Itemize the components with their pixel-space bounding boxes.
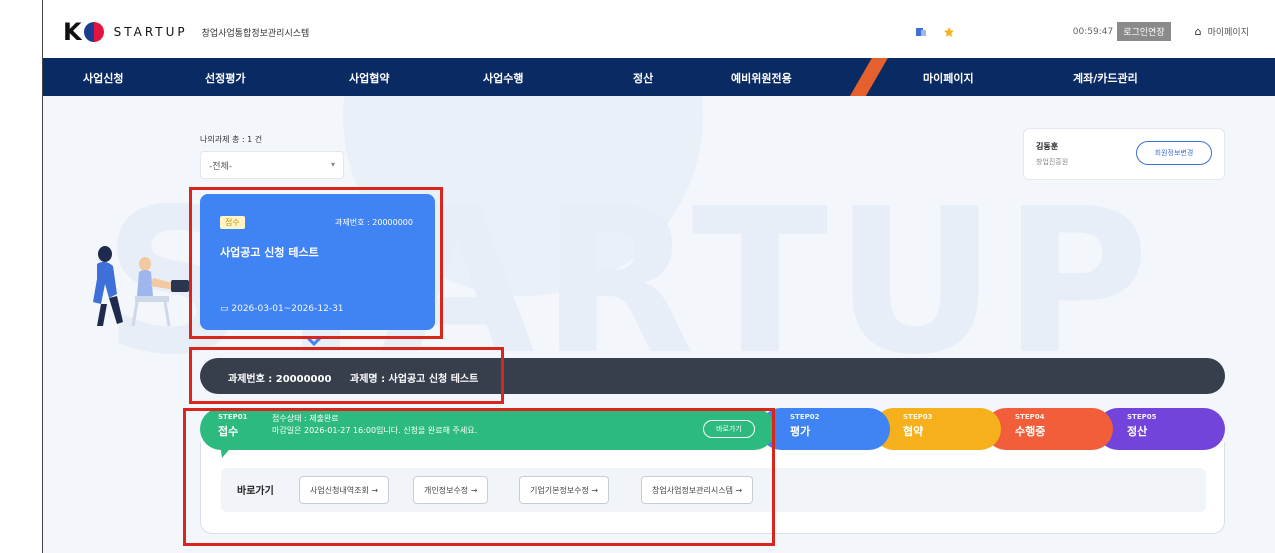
task-card-date: ▭ 2026-03-01~2026-12-31 [220, 304, 344, 314]
nav-item-account-card[interactable]: 계좌/카드관리 [1073, 70, 1138, 86]
task-card-title: 사업공고 신청 테스트 [220, 246, 319, 259]
nav-item-mypage[interactable]: 마이페이지 [923, 70, 974, 86]
nav-item-apply[interactable]: 사업신청 [83, 70, 123, 86]
content-area: STARTUP 나의과제 총 : 1 건 -전체- ▾ 김동훈 창업진흥원 회원… [43, 96, 1275, 553]
step5-number: STEP05 [1127, 413, 1157, 421]
logo-circle-icon [83, 22, 104, 42]
main-nav: 사업신청 선정평가 사업협약 사업수행 정산 예비위원전용 마이페이지 계좌/카… [43, 58, 1275, 96]
user-name: 김동훈 [1036, 142, 1059, 151]
task-count: 나의과제 총 : 1 건 [200, 135, 263, 144]
top-right-utilities: 00:59:47 로그인연장 ⌂ 마이페이지 [907, 22, 1275, 41]
step4-name: 수행중 [1015, 425, 1046, 438]
people-illustration [87, 234, 197, 334]
home-icon[interactable]: ⌂ [1195, 25, 1202, 38]
task-info-bar: 과제번호 : 20000000 과제명 : 사업공고 신청 테스트 [200, 358, 1225, 394]
session-timer: 00:59:47 [1072, 26, 1114, 37]
step1-status: 접수상태 : 제출완료 [272, 414, 339, 423]
task-filter-select[interactable]: -전체- ▾ [200, 151, 344, 179]
task-filter-value: -전체- [209, 162, 233, 172]
chevron-down-icon: ▾ [330, 160, 335, 169]
nav-item-preliminary-committee[interactable]: 예비위원전용 [731, 70, 792, 86]
process-steps: 바로가기 사업신청내역조회 → 개인정보수정 → 기업기본정보수정 → 창업사업… [200, 408, 1225, 538]
star-icon[interactable] [943, 26, 955, 38]
step2-name: 평가 [790, 425, 811, 438]
user-card: 김동훈 창업진흥원 회원정보변경 [1023, 128, 1225, 180]
nav-item-execution[interactable]: 사업수행 [483, 70, 523, 86]
step-receipt[interactable]: STEP01 접수 접수상태 : 제출완료 마감일은 2026-01-27 16… [200, 408, 775, 458]
step-settlement[interactable]: STEP05 정산 [1097, 408, 1225, 450]
quick-link-application-history[interactable]: 사업신청내역조회 → [299, 476, 390, 504]
step3-number: STEP03 [903, 413, 933, 421]
task-card[interactable]: 접수 과제번호 : 20000000 사업공고 신청 테스트 ▭ 2026-03… [200, 194, 435, 330]
step1-go-button[interactable]: 바로가기 [703, 420, 755, 438]
status-badge: 접수 [220, 216, 245, 229]
step4-number: STEP04 [1015, 413, 1045, 421]
quick-links-panel: 바로가기 사업신청내역조회 → 개인정보수정 → 기업기본정보수정 → 창업사업… [200, 442, 1225, 534]
nav-item-evaluation[interactable]: 선정평가 [205, 70, 245, 86]
quick-link-personal-info[interactable]: 개인정보수정 → [413, 476, 489, 504]
top-header: K STARTUP 창업사업통합정보관리시스템 00:59:47 로그인연장 ⌂… [43, 0, 1275, 58]
task-pointer-chevron-icon [306, 336, 322, 346]
logo-k: K [63, 18, 82, 46]
step-agreement[interactable]: STEP03 협약 [873, 408, 1001, 450]
calendar-icon: ▭ [220, 304, 232, 314]
step3-name: 협약 [903, 425, 924, 438]
task-card-date-range: 2026-03-01~2026-12-31 [231, 304, 344, 314]
user-role: 창업진흥원 [1036, 158, 1069, 166]
nav-item-agreement[interactable]: 사업협약 [349, 70, 389, 86]
info-task-number: 과제번호 : 20000000 [228, 374, 332, 385]
sitemap-icon[interactable] [915, 26, 927, 38]
info-task-name: 과제명 : 사업공고 신청 테스트 [350, 374, 479, 385]
mypage-link[interactable]: 마이페이지 [1208, 25, 1249, 38]
nav-accent-slash [840, 58, 892, 96]
task-card-number: 과제번호 : 20000000 [335, 218, 413, 227]
app-window: K STARTUP 창업사업통합정보관리시스템 00:59:47 로그인연장 ⌂… [42, 0, 1275, 553]
quick-links-box: 바로가기 사업신청내역조회 → 개인정보수정 → 기업기본정보수정 → 창업사업… [221, 468, 1206, 512]
system-name: 창업사업통합정보관리시스템 [201, 28, 310, 39]
step-in-progress[interactable]: STEP04 수행중 [985, 408, 1113, 450]
extend-login-button[interactable]: 로그인연장 [1117, 22, 1171, 41]
step5-name: 정산 [1127, 425, 1148, 438]
step2-number: STEP02 [790, 413, 820, 421]
quick-link-company-info[interactable]: 기업기본정보수정 → [519, 476, 610, 504]
step1-deadline-note: 마감일은 2026-01-27 16:00입니다. 신청을 완료해 주세요. [272, 426, 478, 435]
step-evaluation[interactable]: STEP02 평가 [760, 408, 890, 450]
edit-member-info-button[interactable]: 회원정보변경 [1136, 141, 1212, 165]
quick-link-startup-system[interactable]: 창업사업정보관리시스템 → [641, 476, 754, 504]
step1-tail [220, 444, 234, 458]
nav-item-settlement[interactable]: 정산 [633, 70, 653, 86]
logo-startup: STARTUP [113, 25, 188, 39]
quick-links-label: 바로가기 [237, 486, 274, 497]
kstartup-logo[interactable]: K STARTUP 창업사업통합정보관리시스템 [63, 18, 309, 46]
